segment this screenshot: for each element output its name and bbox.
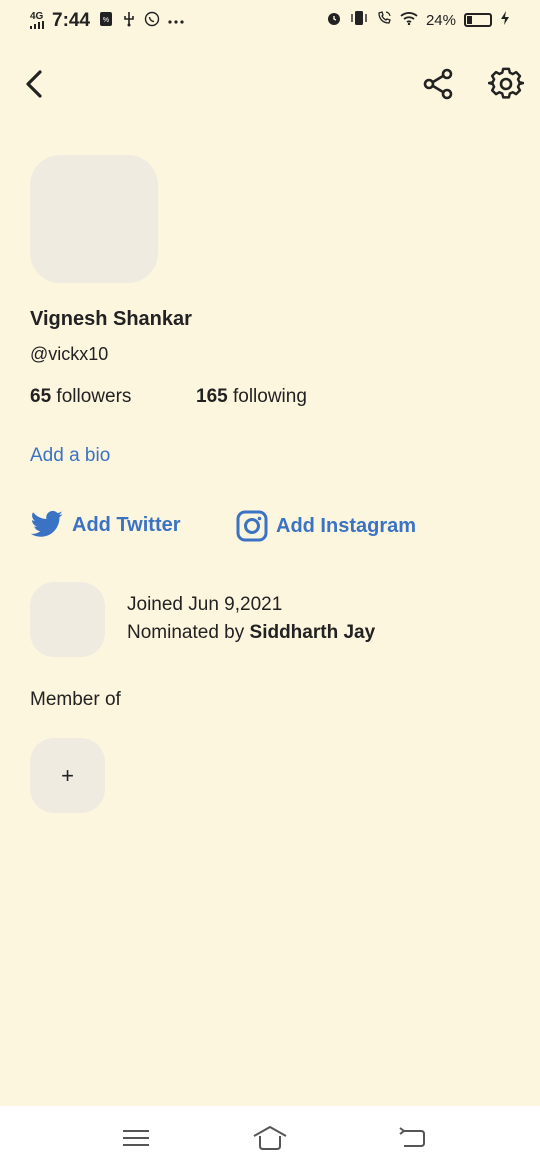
battery-fill bbox=[467, 16, 472, 24]
following-count: 165 bbox=[196, 386, 228, 407]
nominator-avatar[interactable] bbox=[30, 582, 105, 657]
home-button[interactable] bbox=[252, 1122, 288, 1154]
status-left: 4G 7:44 % bbox=[30, 10, 184, 32]
following-label: following bbox=[232, 386, 307, 407]
settings-button[interactable] bbox=[487, 66, 525, 102]
whatsapp-icon bbox=[144, 11, 160, 32]
recents-button[interactable] bbox=[118, 1122, 154, 1154]
share-button[interactable] bbox=[420, 66, 456, 102]
battery-percent: 24% bbox=[425, 11, 456, 29]
member-of-heading: Member of bbox=[30, 689, 121, 710]
nominator-name[interactable]: Siddharth Jay bbox=[250, 622, 376, 643]
more-icon bbox=[168, 12, 184, 30]
followers-count: 65 bbox=[30, 386, 52, 407]
system-nav-bar bbox=[0, 1106, 540, 1170]
sim-icon: % bbox=[98, 11, 114, 32]
profile-name: Vignesh Shankar bbox=[30, 308, 192, 330]
clock: 7:44 bbox=[52, 10, 91, 31]
network-indicator: 4G bbox=[30, 11, 44, 31]
usb-icon bbox=[122, 11, 136, 32]
followers-link[interactable]: 65 followers bbox=[30, 386, 131, 408]
nominated-prefix: Nominated by bbox=[127, 622, 245, 643]
following-link[interactable]: 165 following bbox=[196, 386, 307, 408]
instagram-icon bbox=[236, 510, 268, 542]
profile-handle: @vickx10 bbox=[30, 344, 109, 364]
chevron-left-icon bbox=[26, 70, 42, 98]
menu-lines-icon bbox=[123, 1130, 149, 1146]
profile-avatar[interactable] bbox=[30, 155, 158, 283]
gear-icon bbox=[487, 67, 525, 99]
joined-date: Joined Jun 9,2021 bbox=[127, 594, 283, 615]
plus-icon: + bbox=[61, 762, 74, 788]
share-icon bbox=[423, 68, 453, 100]
add-twitter-button[interactable]: Add Twitter bbox=[30, 510, 181, 540]
vibrate-icon bbox=[350, 10, 368, 30]
wifi-call-icon bbox=[376, 10, 392, 30]
status-bar: 4G 7:44 % 24% bbox=[0, 0, 540, 42]
home-icon bbox=[253, 1126, 287, 1150]
followers-label: followers bbox=[56, 386, 132, 407]
add-club-button[interactable]: + bbox=[30, 738, 105, 813]
svg-text:%: % bbox=[103, 17, 109, 24]
nominated-by: Nominated by Siddharth Jay bbox=[127, 622, 375, 644]
back-nav-button[interactable] bbox=[394, 1122, 430, 1154]
wifi-icon bbox=[400, 11, 418, 29]
alarm-icon bbox=[326, 10, 342, 30]
add-instagram-label: Add Instagram bbox=[276, 514, 417, 537]
add-twitter-label: Add Twitter bbox=[72, 513, 181, 536]
back-button[interactable] bbox=[18, 64, 54, 104]
back-arrow-icon bbox=[399, 1127, 425, 1147]
status-right: 24% bbox=[326, 10, 510, 30]
twitter-icon bbox=[30, 510, 63, 537]
add-bio-link[interactable]: Add a bio bbox=[30, 445, 110, 467]
battery-icon bbox=[464, 13, 492, 27]
add-instagram-button[interactable]: Add Instagram bbox=[236, 510, 416, 542]
charging-icon bbox=[500, 10, 510, 30]
